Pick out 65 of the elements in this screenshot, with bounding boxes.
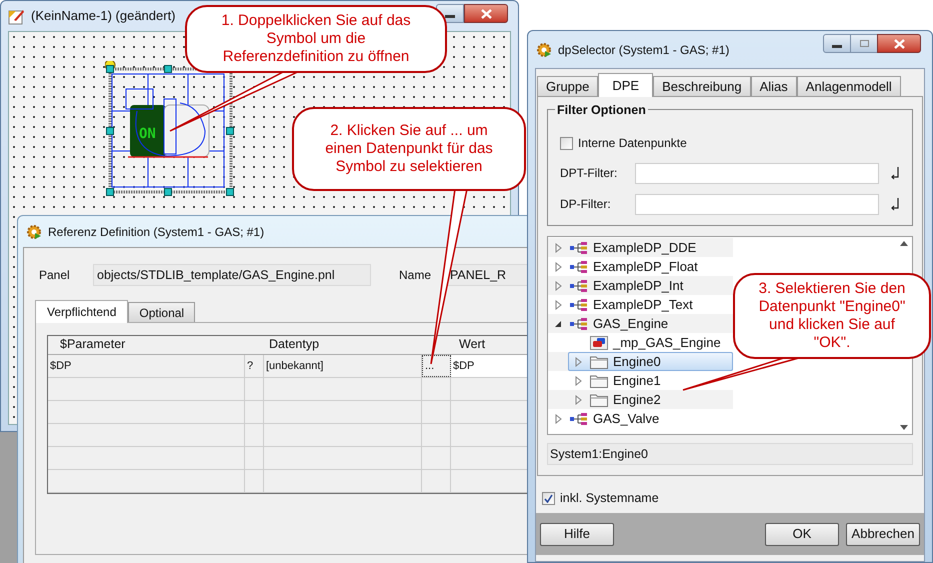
tab[interactable]: Optional [128,302,196,323]
selection-field: System1:Engine0 [547,443,913,465]
editor-icon [8,8,25,24]
tab[interactable]: Alias [750,76,797,97]
structure-icon [570,242,588,254]
table-cell: ? [245,355,264,377]
checkbox-label: Interne Datenpunkte [578,135,687,152]
enter-icon[interactable] [890,166,900,180]
filter-field[interactable] [634,162,879,184]
tree-item[interactable]: ExampleDP_Text [548,295,733,314]
dialog-button[interactable]: Hilfe [540,522,614,546]
window-title: dpSelector (System1 - GAS; #1) [558,42,730,58]
structure-icon [570,298,588,310]
name-label: Name [399,267,432,284]
table-cell: [unbekannt] [264,355,422,377]
checkbox[interactable] [542,492,555,504]
tab[interactable]: DPE [598,73,654,97]
tab[interactable]: Anlagenmodell [796,76,901,97]
check-icon [544,494,553,502]
window-title: (KeinName-1) (geändert) [31,7,176,26]
folder-icon [590,392,608,406]
structure-icon [570,260,588,272]
folder-icon [590,354,608,368]
close-icon [894,38,904,48]
tree-item[interactable]: Engine0 [568,352,733,371]
tree-item[interactable]: GAS_Valve [548,409,733,428]
scroll-up-icon[interactable] [900,241,908,246]
enter-icon[interactable] [890,197,900,211]
callout-bubble: 2. Klicken Sie auf ... um einen Datenpunkt für das Symbol zu selektieren [292,107,526,191]
filter-field[interactable] [634,194,879,214]
table-cell: $DP [48,355,245,377]
dialog-button[interactable]: OK [765,522,839,546]
column-header[interactable]: Wert [451,335,486,354]
tab[interactable]: Verpflichtend [35,300,128,323]
tree-item[interactable]: ExampleDP_Int [548,276,733,295]
close-button[interactable] [464,4,508,23]
gear-icon [26,224,42,240]
tab[interactable]: Gruppe [537,76,598,97]
window-title: Referenz Definition (System1 - GAS; #1) [48,224,264,240]
filter-label: DPT-Filter: [560,165,618,182]
column-header[interactable]: $Parameter [48,335,264,354]
dialog-button[interactable]: Abbrechen [846,522,920,546]
master-icon [590,336,608,350]
checkbox-label: inkl. Systemname [560,490,659,507]
tab[interactable]: Beschreibung [653,76,751,97]
minimize-button[interactable] [823,34,851,53]
close-button[interactable] [877,34,921,53]
filter-label: DP-Filter: [560,196,612,213]
panel-label: Panel [38,267,71,284]
symbol-label: ON [139,126,156,142]
structure-icon [570,318,588,330]
tree-item[interactable]: ExampleDP_Float [548,257,733,276]
column-header[interactable]: Datentyp [264,335,451,354]
gear-icon [536,42,552,58]
tree-item[interactable]: ExampleDP_DDE [548,238,733,257]
structure-icon [570,280,588,292]
scroll-down-icon[interactable] [900,425,908,430]
panel-field: objects/STDLIB_template/GAS_Engine.pnl [93,264,371,286]
checkbox[interactable] [560,136,573,150]
tree-item[interactable]: _mp_GAS_Engine [568,333,733,352]
tree-item[interactable]: GAS_Engine [548,314,733,333]
structure-icon [570,412,588,424]
tree-item[interactable]: Engine1 [568,371,733,390]
close-icon [480,8,492,18]
folder-icon [590,374,608,388]
